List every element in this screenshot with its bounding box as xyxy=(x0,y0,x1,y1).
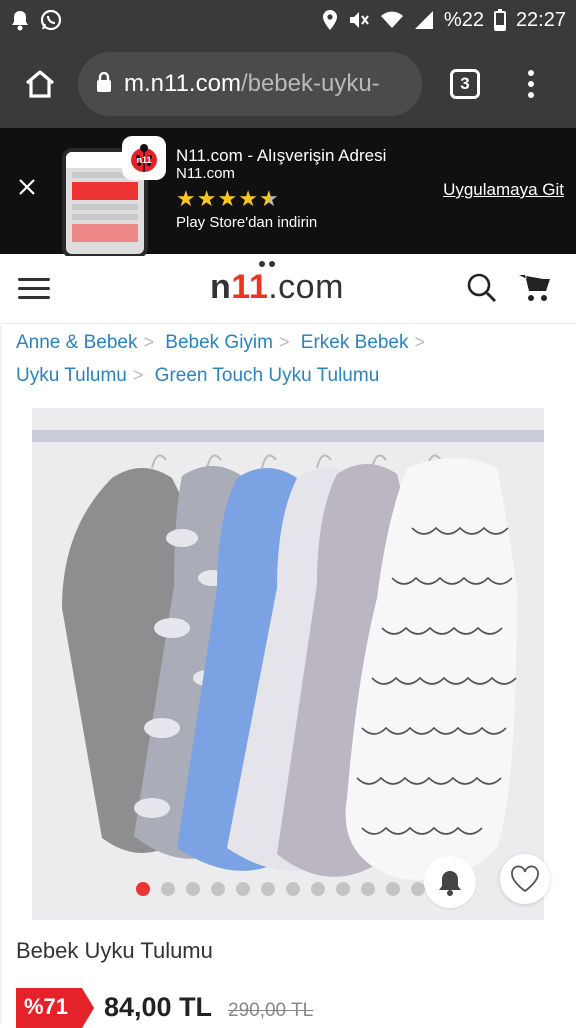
favorite-button[interactable] xyxy=(500,854,550,904)
n11-app-logo: n11 xyxy=(122,136,166,180)
battery-icon xyxy=(493,9,506,31)
star-icon: ★ xyxy=(196,186,217,211)
svg-text:n11: n11 xyxy=(136,155,151,165)
url-path: /bebek-uyku- xyxy=(240,70,380,97)
product-price: 84,00 TL xyxy=(104,992,213,1022)
breadcrumb-item[interactable]: Erkek Bebek xyxy=(301,332,409,353)
gallery-dot[interactable] xyxy=(186,882,200,896)
discount-badge: %71 xyxy=(16,988,94,1028)
status-bar: %22 22:27 xyxy=(0,0,576,40)
clock-time: 22:27 xyxy=(515,8,566,31)
rating-stars: ★ ★ ★ ★ ★ xyxy=(176,188,279,210)
lock-icon xyxy=(96,71,112,98)
address-bar[interactable]: m.n11.com/bebek-uyku- xyxy=(78,52,422,116)
location-icon xyxy=(322,9,338,31)
product-title: Bebek Uyku Tulumu xyxy=(16,938,213,963)
tab-switcher-button[interactable]: 3 xyxy=(450,69,480,99)
star-icon: ★ xyxy=(176,186,196,211)
product-image xyxy=(62,454,517,880)
banner-title: N11.com - Alışverişin Adresi xyxy=(176,146,387,165)
site-header: n11.com xyxy=(0,256,576,324)
gallery-dot[interactable] xyxy=(236,882,250,896)
product-old-price: 290,00 TL xyxy=(228,1000,314,1021)
open-app-link[interactable]: Uygulamaya Git xyxy=(443,180,564,200)
discount-percent: %71 xyxy=(24,994,69,1019)
gallery-dot[interactable] xyxy=(336,882,350,896)
banner-store-text: Play Store'dan indirin xyxy=(176,214,318,231)
cart-icon[interactable] xyxy=(518,272,552,304)
gallery-dot[interactable] xyxy=(161,882,175,896)
hamburger-menu-icon[interactable] xyxy=(18,278,50,305)
product-image-gallery[interactable] xyxy=(32,408,544,920)
gallery-dot[interactable] xyxy=(361,882,375,896)
star-icon: ★ xyxy=(217,186,238,211)
gallery-pagination xyxy=(136,882,425,896)
gallery-dot[interactable] xyxy=(136,882,150,896)
n11-logo[interactable]: n11.com xyxy=(210,261,344,307)
browser-toolbar: m.n11.com/bebek-uyku- 3 xyxy=(0,40,576,128)
bell-icon xyxy=(439,871,461,896)
ladybug-icon xyxy=(259,261,275,267)
browser-menu-button[interactable] xyxy=(528,70,534,98)
notification-bell-icon xyxy=(10,9,30,31)
close-icon[interactable] xyxy=(16,176,38,198)
mute-icon xyxy=(348,10,370,30)
gallery-dot[interactable] xyxy=(211,882,225,896)
breadcrumb: Anne & Bebek > Bebek Giyim > Erkek Bebek > … xyxy=(16,332,426,386)
battery-percent: %22 xyxy=(443,8,484,31)
breadcrumb-item[interactable]: Green Touch Uyku Tulumu xyxy=(155,365,380,386)
home-icon xyxy=(25,70,55,98)
gallery-dot[interactable] xyxy=(261,882,275,896)
gallery-dot[interactable] xyxy=(386,882,400,896)
gallery-dot[interactable] xyxy=(411,882,425,896)
app-install-banner: n11 N11.com - Alışverişin Adresi N11.com… xyxy=(0,128,576,258)
breadcrumb-item[interactable]: Anne & Bebek xyxy=(16,332,137,353)
star-icon: ★ xyxy=(238,186,258,211)
search-icon[interactable] xyxy=(466,272,498,304)
heart-icon xyxy=(511,865,539,893)
breadcrumb-item[interactable]: Bebek Giyim xyxy=(165,332,273,353)
half-star-icon: ★ xyxy=(258,186,279,211)
banner-subtitle: N11.com xyxy=(176,165,235,182)
breadcrumb-item[interactable]: Uyku Tulumu xyxy=(16,365,127,386)
gallery-dot[interactable] xyxy=(311,882,325,896)
url-host: m.n11.com xyxy=(124,70,241,97)
signal-icon xyxy=(414,10,434,30)
whatsapp-icon xyxy=(40,9,62,31)
gallery-dot[interactable] xyxy=(286,882,300,896)
wifi-icon xyxy=(380,10,404,30)
price-alert-button[interactable] xyxy=(424,856,476,908)
home-button[interactable] xyxy=(16,60,64,108)
